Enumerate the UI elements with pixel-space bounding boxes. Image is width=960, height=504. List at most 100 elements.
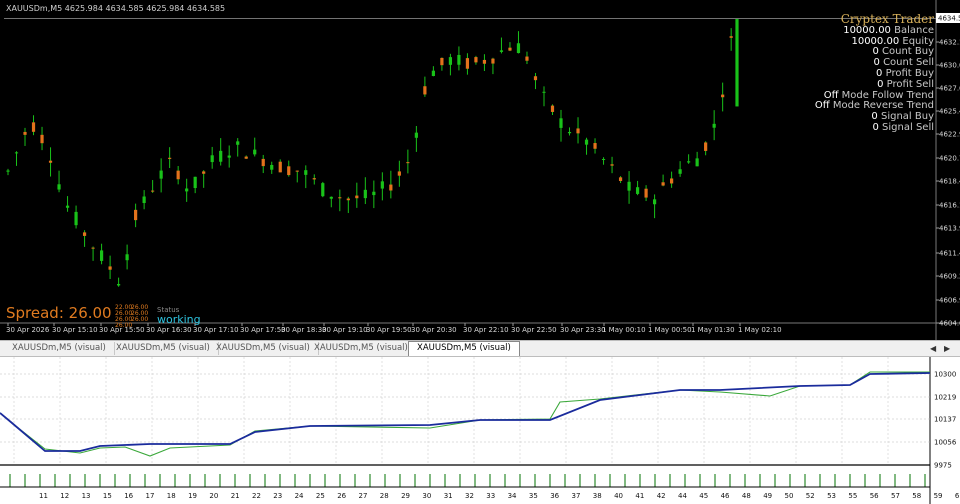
equity-x-tick-label: 38 [593, 492, 602, 500]
candle-body [687, 161, 691, 163]
equity-x-tick-label: 55 [848, 492, 857, 500]
candle [346, 196, 350, 214]
candle-body [652, 199, 657, 205]
chart-tab[interactable]: XAUUSDm,M5 (visual) [408, 341, 520, 356]
candle [202, 170, 206, 188]
candle-body [117, 284, 121, 286]
candle-body [185, 188, 189, 192]
candle-body [406, 162, 410, 164]
equity-tick-label: 9975 [934, 462, 952, 470]
info-value: 0 [872, 46, 879, 58]
candle-body [678, 169, 682, 174]
equity-x-tick-label: 48 [742, 492, 751, 500]
candle [159, 158, 163, 193]
candle-body [23, 131, 27, 135]
equity-x-tick-label: 11 [39, 492, 48, 500]
candle [474, 55, 478, 65]
candle [635, 180, 640, 196]
candle-body [168, 157, 172, 159]
candle-body [729, 36, 733, 38]
chart-tab[interactable]: XAUUSDm,M5 (visual) [306, 342, 417, 355]
candle-body [6, 170, 10, 172]
candle-body [134, 209, 138, 221]
time-tick-label: 30 Apr 16:30 [146, 326, 192, 334]
balance-equity-chart[interactable]: 10300 10219 10137 10056 9975 11 12 13 15 16 17 18 19… [0, 357, 960, 504]
equity-x-tick-label: 34 [508, 492, 517, 500]
candle-body [627, 181, 631, 191]
price-chart-window[interactable]: 4632.10 4630.05 4627.65 4625.40 4622.95 4620.… [0, 0, 960, 340]
candle [57, 170, 61, 193]
candle [687, 154, 691, 164]
candle [406, 149, 410, 174]
candle-body [108, 266, 112, 270]
time-tick-label: 30 Apr 22:10 [463, 326, 509, 334]
equity-x-tick-label: 22 [252, 492, 261, 500]
candle-body [516, 43, 521, 54]
info-value: 10000.00 [851, 35, 900, 47]
candle-body [508, 47, 512, 51]
chart-tab[interactable]: XAUUSDm,M5 (visual) [208, 342, 319, 355]
candle [142, 190, 146, 210]
candle-body [499, 50, 504, 52]
equity-x-tick-label: 13 [82, 492, 91, 500]
candle-body [635, 187, 640, 194]
candle [397, 160, 401, 187]
candle [219, 138, 223, 166]
candle [525, 51, 529, 65]
candle-body [338, 197, 342, 199]
candle-body [567, 131, 572, 134]
candle [14, 151, 19, 166]
chart-tab-bar: XAUUSDm,M5 (visual) XAUUSDm,M5 (visual) XA… [0, 340, 960, 357]
time-tick-label: 30 Apr 19:10 [322, 326, 368, 334]
equity-x-tick-label: 32 [465, 492, 474, 500]
time-tick-label: 30 Apr 20:30 [411, 326, 457, 334]
tab-scroll-left-icon[interactable]: ◀ [930, 342, 936, 355]
equity-x-tick-label: 17 [146, 492, 155, 500]
time-tick-label: 1 May 00:50 [648, 326, 692, 334]
chart-tab[interactable]: XAUUSDm,M5 (visual) [4, 342, 115, 355]
equity-x-tick-label: 50 [785, 492, 794, 500]
candle-body [533, 76, 538, 81]
mini-value: 26.00 [115, 322, 133, 329]
candle-body [253, 149, 257, 155]
info-value: 0 [873, 57, 880, 69]
candle [74, 205, 78, 229]
equity-x-tick-label: 59 [934, 492, 943, 500]
candle-body [227, 155, 231, 158]
candle-body [491, 58, 495, 64]
chart-tab[interactable]: XAUUSDm,M5 (visual) [108, 342, 219, 355]
equity-x-tick-label: 46 [721, 492, 730, 500]
candle-body [414, 132, 418, 138]
candle [372, 180, 376, 209]
candle-body [65, 205, 70, 208]
current-price-label: 4634.585 [938, 15, 960, 23]
info-label: Equity [902, 35, 934, 47]
candle-body [99, 250, 104, 261]
price-tick-label: 4616.15 [939, 202, 960, 210]
candle-body [57, 184, 61, 190]
candle [65, 196, 70, 212]
equity-x-tick-label: 52 [806, 492, 815, 500]
candle [533, 72, 538, 90]
candle [287, 160, 291, 177]
candle [567, 127, 572, 136]
candle-body [465, 58, 470, 69]
candle-body [270, 164, 274, 170]
candle [440, 57, 444, 71]
price-tick-label: 4627.65 [939, 85, 960, 93]
candle-body [423, 86, 427, 95]
candle-body [355, 195, 359, 199]
candle-body [278, 161, 282, 173]
candle [550, 104, 555, 115]
price-tick-label: 4606.95 [939, 297, 960, 305]
mini-values-right: 26.00 26.00 26.00 [131, 305, 148, 323]
time-tick-label: 30 Apr 15:10 [52, 326, 98, 334]
candle-body [670, 178, 674, 184]
equity-x-tick-label: 45 [699, 492, 708, 500]
candle [491, 57, 495, 75]
candle-body [321, 183, 325, 197]
tab-scroll-right-icon[interactable]: ▶ [944, 342, 950, 355]
info-value: 0 [872, 121, 879, 133]
info-label: Count Sell [883, 57, 934, 69]
spread-readout: Spread: 26.00 [6, 304, 112, 322]
